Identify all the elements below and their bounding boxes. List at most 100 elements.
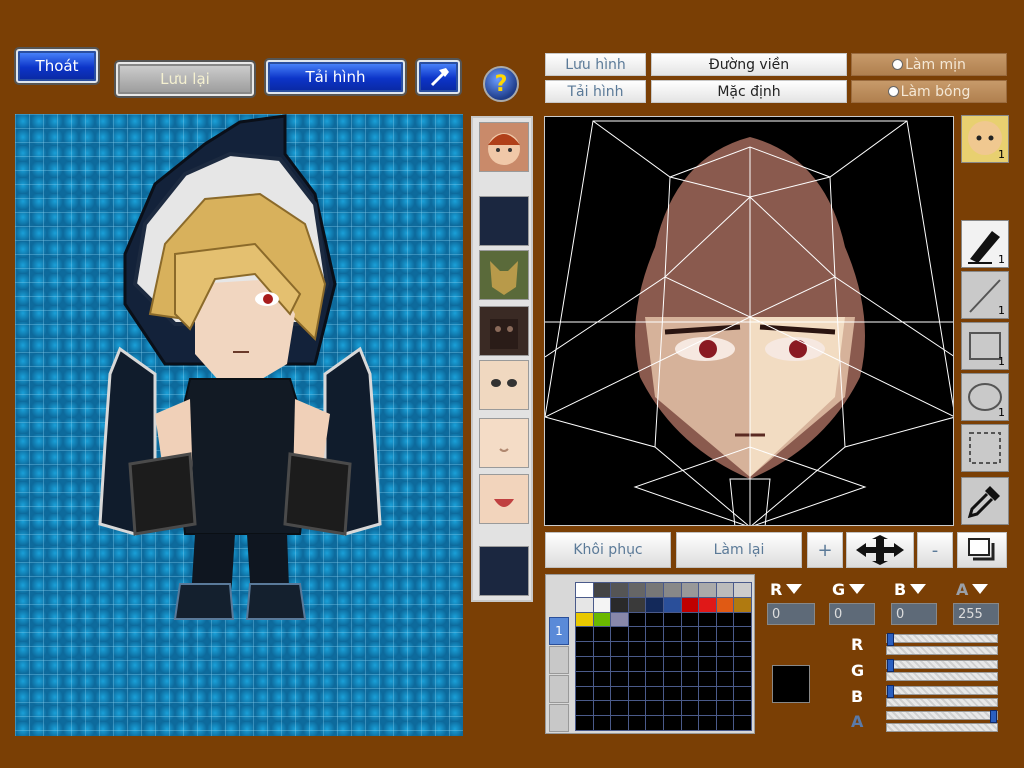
hammer-tool-button[interactable]: [417, 60, 460, 94]
color-palette-grid[interactable]: [575, 582, 752, 731]
select-tool[interactable]: [961, 424, 1009, 472]
part-slot-empty[interactable]: [479, 196, 529, 246]
palette-cell[interactable]: [681, 701, 699, 716]
palette-cell[interactable]: [646, 583, 663, 597]
slider-thumb[interactable]: [887, 659, 894, 672]
palette-cell[interactable]: [628, 657, 646, 671]
palette-cell[interactable]: [628, 597, 646, 612]
palette-cell[interactable]: [593, 686, 611, 701]
palette-cell[interactable]: [593, 701, 611, 716]
palette-cell[interactable]: [734, 612, 751, 627]
b-slider[interactable]: [886, 685, 998, 698]
palette-cell[interactable]: [646, 642, 663, 656]
palette-cell[interactable]: [628, 716, 646, 730]
palette-cell[interactable]: [699, 686, 716, 701]
a-channel-dropdown[interactable]: A: [956, 579, 996, 599]
palette-cell[interactable]: [664, 716, 681, 730]
palette-cell[interactable]: [699, 671, 716, 686]
palette-cell[interactable]: [628, 686, 646, 701]
load-button[interactable]: Tải hình: [266, 60, 405, 94]
a-slider[interactable]: [886, 710, 998, 723]
palette-cell[interactable]: [681, 597, 699, 612]
palette-tab-1[interactable]: 1: [549, 617, 569, 645]
pen-tool[interactable]: 1: [961, 220, 1009, 268]
palette-cell[interactable]: [664, 657, 681, 671]
palette-cell[interactable]: [593, 583, 611, 597]
exit-button[interactable]: Thoát: [16, 49, 98, 83]
palette-cell[interactable]: [716, 612, 734, 627]
palette-cell[interactable]: [681, 612, 699, 627]
part-slot-skin[interactable]: [479, 418, 529, 468]
palette-cell[interactable]: [646, 701, 663, 716]
palette-cell[interactable]: [576, 583, 593, 597]
palette-cell[interactable]: [734, 627, 751, 642]
palette-cell[interactable]: [611, 686, 628, 701]
restore-button[interactable]: Khôi phục: [545, 532, 671, 568]
palette-cell[interactable]: [734, 583, 751, 597]
palette-cell[interactable]: [734, 686, 751, 701]
palette-cell[interactable]: [611, 671, 628, 686]
palette-cell[interactable]: [664, 627, 681, 642]
palette-cell[interactable]: [716, 627, 734, 642]
palette-cell[interactable]: [593, 657, 611, 671]
outline-button[interactable]: Đường viền: [651, 53, 847, 76]
part-slot-eyes[interactable]: [479, 360, 529, 410]
shine-option[interactable]: Làm bóng: [851, 80, 1007, 103]
face-thumbnail[interactable]: 1: [961, 115, 1009, 163]
line-tool[interactable]: 1: [961, 271, 1009, 319]
palette-cell[interactable]: [664, 583, 681, 597]
palette-cell[interactable]: [576, 612, 593, 627]
palette-cell[interactable]: [611, 657, 628, 671]
palette-cell[interactable]: [734, 657, 751, 671]
palette-cell[interactable]: [664, 642, 681, 656]
palette-tab[interactable]: [549, 704, 569, 732]
part-slot-head[interactable]: [479, 122, 529, 172]
smooth-option[interactable]: Làm mịn: [851, 53, 1007, 76]
palette-cell[interactable]: [699, 642, 716, 656]
part-slot-mouth[interactable]: [479, 474, 529, 524]
palette-cell[interactable]: [611, 642, 628, 656]
palette-cell[interactable]: [664, 701, 681, 716]
palette-cell[interactable]: [628, 627, 646, 642]
palette-cell[interactable]: [593, 627, 611, 642]
palette-cell[interactable]: [611, 583, 628, 597]
palette-cell[interactable]: [576, 701, 593, 716]
palette-cell[interactable]: [716, 583, 734, 597]
palette-cell[interactable]: [576, 597, 593, 612]
redo-button[interactable]: Làm lại: [676, 532, 802, 568]
palette-cell[interactable]: [681, 716, 699, 730]
b-value-field[interactable]: 0: [891, 603, 937, 625]
palette-cell[interactable]: [593, 612, 611, 627]
palette-cell[interactable]: [646, 657, 663, 671]
palette-cell[interactable]: [699, 657, 716, 671]
palette-cell[interactable]: [681, 642, 699, 656]
slider-thumb[interactable]: [990, 710, 997, 723]
a-value-field[interactable]: 255: [953, 603, 999, 625]
palette-cell[interactable]: [664, 597, 681, 612]
g-value-field[interactable]: 0: [829, 603, 875, 625]
palette-cell[interactable]: [664, 686, 681, 701]
g-channel-dropdown[interactable]: G: [832, 579, 872, 599]
palette-cell[interactable]: [699, 583, 716, 597]
palette-cell[interactable]: [646, 612, 663, 627]
palette-cell[interactable]: [716, 701, 734, 716]
save-button[interactable]: Lưu lại: [116, 62, 254, 96]
zoom-in-button[interactable]: +: [807, 532, 843, 568]
palette-cell[interactable]: [699, 701, 716, 716]
palette-cell[interactable]: [593, 716, 611, 730]
palette-cell[interactable]: [628, 671, 646, 686]
r-value-field[interactable]: 0: [767, 603, 815, 625]
layer-button[interactable]: [957, 532, 1007, 568]
palette-cell[interactable]: [593, 642, 611, 656]
slider-thumb[interactable]: [887, 685, 894, 698]
palette-cell[interactable]: [628, 701, 646, 716]
part-slot-empty[interactable]: [479, 546, 529, 596]
palette-cell[interactable]: [716, 657, 734, 671]
palette-cell[interactable]: [716, 716, 734, 730]
b-channel-dropdown[interactable]: B: [894, 579, 934, 599]
palette-tab[interactable]: [549, 646, 569, 674]
palette-cell[interactable]: [576, 642, 593, 656]
part-slot-body[interactable]: [479, 306, 529, 356]
rectangle-tool[interactable]: 1: [961, 322, 1009, 370]
palette-cell[interactable]: [699, 597, 716, 612]
